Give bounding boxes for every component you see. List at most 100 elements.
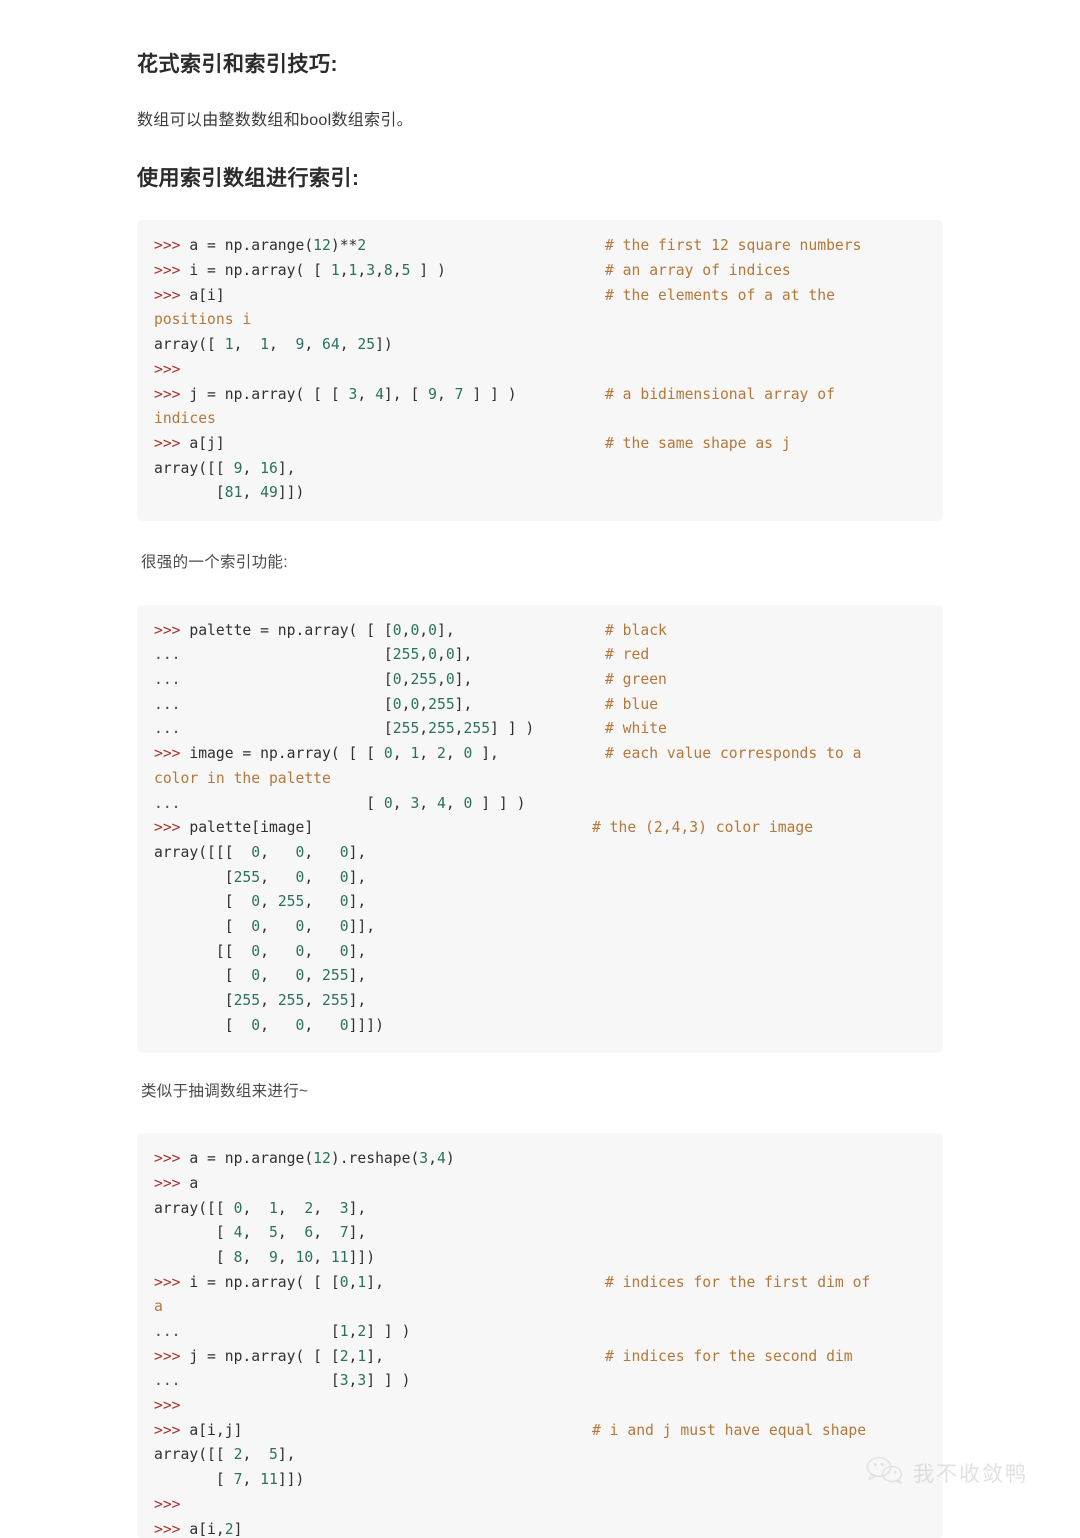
code-line: >>> j = np.array( [ [ 3, 4], [ 9, 7 ] ] … bbox=[137, 383, 943, 408]
code-text: >>> a = np.arange(12)**2 bbox=[154, 237, 367, 255]
code-comment: # white bbox=[605, 720, 667, 738]
code-comment: # the (2,4,3) color image bbox=[592, 819, 814, 837]
code-text: ... [ 0, 3, 4, 0 ] ] ) bbox=[154, 794, 526, 812]
code-text: >>> a bbox=[154, 1174, 199, 1192]
code-line: array([ 1, 1, 9, 64, 25]) bbox=[137, 333, 943, 358]
wechat-icon bbox=[866, 1455, 904, 1490]
code-line: ... [255,0,0], # red bbox=[137, 643, 943, 668]
code-comment: # the first 12 square numbers bbox=[605, 237, 862, 255]
code-line: array([[ 9, 16], bbox=[137, 457, 943, 482]
code-line: >>> bbox=[137, 358, 943, 383]
code-line: [ 0, 255, 0], bbox=[137, 890, 943, 915]
code-text: [[ 0, 0, 0], bbox=[154, 942, 367, 960]
code-text: ... [0,0,255], bbox=[154, 695, 473, 713]
code-text: [255, 0, 0], bbox=[154, 868, 367, 886]
code-comment: # the same shape as j bbox=[605, 434, 791, 452]
code-comment: # black bbox=[605, 621, 667, 639]
code-text: >>> j = np.array( [ [2,1], bbox=[154, 1347, 384, 1365]
code-text: >>> bbox=[154, 1495, 181, 1513]
code-text: >>> j = np.array( [ [ 3, 4], [ 9, 7 ] ] … bbox=[154, 385, 517, 403]
code-line: array([[ 0, 1, 2, 3], bbox=[137, 1197, 943, 1222]
code-line: a bbox=[137, 1295, 943, 1320]
code-text: [ 0, 0, 0]], bbox=[154, 917, 376, 935]
code-text: array([[ 9, 16], bbox=[154, 459, 296, 477]
code-line: [ 0, 0, 0]], bbox=[137, 915, 943, 940]
caption-powerful-indexing: 很强的一个索引功能: bbox=[141, 553, 288, 571]
code-line: positions i bbox=[137, 308, 943, 333]
code-text: ... [255,255,255] ] ) bbox=[154, 720, 535, 738]
code-line: >>> a = np.arange(12)**2 # the first 12 s… bbox=[137, 234, 943, 259]
code-line: >>> a[i] # the elements of a at the bbox=[137, 284, 943, 309]
code-text: >>> a[i] bbox=[154, 286, 225, 304]
code-line: >>> palette[image] # the (2,4,3) color im… bbox=[137, 816, 943, 841]
page-title: 花式索引和索引技巧: bbox=[137, 53, 338, 76]
code-line: ... [1,2] ] ) bbox=[137, 1320, 943, 1345]
code-comment: # indices for the first dim of bbox=[605, 1273, 871, 1291]
document-content: 花式索引和索引技巧: 数组可以由整数数组和bool数组索引。 使用索引数组进行索… bbox=[137, 0, 943, 1538]
code-line: ... [3,3] ] ) bbox=[137, 1369, 943, 1394]
code-comment: # each value corresponds to a bbox=[605, 745, 862, 763]
code-text: color in the palette bbox=[154, 769, 331, 787]
code-text: >>> a[j] bbox=[154, 434, 225, 452]
code-text: [ 8, 9, 10, 11]]) bbox=[154, 1248, 376, 1266]
code-line: >>> a[i,j] # i and j must have equal shap… bbox=[137, 1419, 943, 1444]
code-body: >>> a = np.arange(12)**2 # the first 12 s… bbox=[137, 234, 943, 506]
code-line: >>> bbox=[137, 1394, 943, 1419]
code-line: >>> a bbox=[137, 1172, 943, 1197]
code-comment: # an array of indices bbox=[605, 262, 791, 280]
code-text: indices bbox=[154, 410, 216, 428]
code-line: >>> image = np.array( [ [ 0, 1, 2, 0 ], #… bbox=[137, 742, 943, 767]
code-line: >>> a = np.arange(12).reshape(3,4) bbox=[137, 1147, 943, 1172]
code-line: >>> bbox=[137, 1493, 943, 1518]
code-line: >>> palette = np.array( [ [0,0,0], # blac… bbox=[137, 619, 943, 644]
code-line: [ 0, 0, 0]]]) bbox=[137, 1014, 943, 1039]
code-text: [ 0, 255, 0], bbox=[154, 893, 367, 911]
code-text: >>> bbox=[154, 360, 181, 378]
code-text: array([ 1, 1, 9, 64, 25]) bbox=[154, 336, 393, 354]
code-line: [ 8, 9, 10, 11]]) bbox=[137, 1246, 943, 1271]
code-line: ... [0,255,0], # green bbox=[137, 668, 943, 693]
code-line: array([[ 2, 5], bbox=[137, 1443, 943, 1468]
code-block-multidim-indexing: >>> a = np.arange(12).reshape(3,4) >>> a a… bbox=[137, 1133, 943, 1538]
code-line: [ 0, 0, 255], bbox=[137, 964, 943, 989]
code-comment: # a bidimensional array of bbox=[605, 385, 835, 403]
code-text: array([[ 2, 5], bbox=[154, 1446, 296, 1464]
code-comment: # blue bbox=[605, 695, 659, 713]
code-body: >>> a = np.arange(12).reshape(3,4) >>> a a… bbox=[137, 1147, 943, 1538]
code-text: [81, 49]]) bbox=[154, 484, 305, 502]
code-text: >>> a[i,2] bbox=[154, 1520, 243, 1538]
code-text: [ 7, 11]]) bbox=[154, 1471, 305, 1489]
code-text: [ 0, 0, 0]]]) bbox=[154, 1016, 384, 1034]
code-line: [ 7, 11]]) bbox=[137, 1468, 943, 1493]
code-text: >>> palette = np.array( [ [0,0,0], bbox=[154, 621, 455, 639]
caption-similar-sampling: 类似于抽调数组来进行~ bbox=[141, 1083, 309, 1101]
code-line: >>> j = np.array( [ [2,1], # indices for … bbox=[137, 1345, 943, 1370]
document-page: 花式索引和索引技巧: 数组可以由整数数组和bool数组索引。 使用索引数组进行索… bbox=[0, 0, 1080, 1538]
code-text: >>> image = np.array( [ [ 0, 1, 2, 0 ], bbox=[154, 745, 499, 763]
code-text: >>> i = np.array( [ [0,1], bbox=[154, 1273, 384, 1291]
code-text: ... [0,255,0], bbox=[154, 671, 473, 689]
code-line: [81, 49]]) bbox=[137, 481, 943, 506]
code-text: >>> a = np.arange(12).reshape(3,4) bbox=[154, 1150, 455, 1168]
code-line: [255, 0, 0], bbox=[137, 866, 943, 891]
code-comment: # indices for the second dim bbox=[605, 1347, 853, 1365]
code-line: indices bbox=[137, 407, 943, 432]
subsection-title-index-arrays: 使用索引数组进行索引: bbox=[137, 166, 360, 190]
intro-paragraph: 数组可以由整数数组和bool数组索引。 bbox=[137, 112, 413, 130]
code-line: array([[[ 0, 0, 0], bbox=[137, 841, 943, 866]
code-line: >>> i = np.array( [ 1,1,3,8,5 ] ) # an ar… bbox=[137, 259, 943, 284]
code-text: >>> i = np.array( [ 1,1,3,8,5 ] ) bbox=[154, 262, 446, 280]
code-text: >>> a[i,j] bbox=[154, 1421, 243, 1439]
code-line: ... [255,255,255] ] ) # white bbox=[137, 717, 943, 742]
code-line: [255, 255, 255], bbox=[137, 989, 943, 1014]
code-line: >>> a[j] # the same shape as j bbox=[137, 432, 943, 457]
code-line: [[ 0, 0, 0], bbox=[137, 940, 943, 965]
code-block-palette-indexing: >>> palette = np.array( [ [0,0,0], # blac… bbox=[137, 604, 943, 1053]
code-line: ... [0,0,255], # blue bbox=[137, 693, 943, 718]
code-text: array([[ 0, 1, 2, 3], bbox=[154, 1199, 367, 1217]
code-comment: # green bbox=[605, 671, 667, 689]
code-text: >>> bbox=[154, 1397, 181, 1415]
watermark-label: 我不收敛鸭 bbox=[913, 1462, 1028, 1486]
watermark: 我不收敛鸭 bbox=[866, 1455, 1028, 1490]
code-text: array([[[ 0, 0, 0], bbox=[154, 843, 367, 861]
